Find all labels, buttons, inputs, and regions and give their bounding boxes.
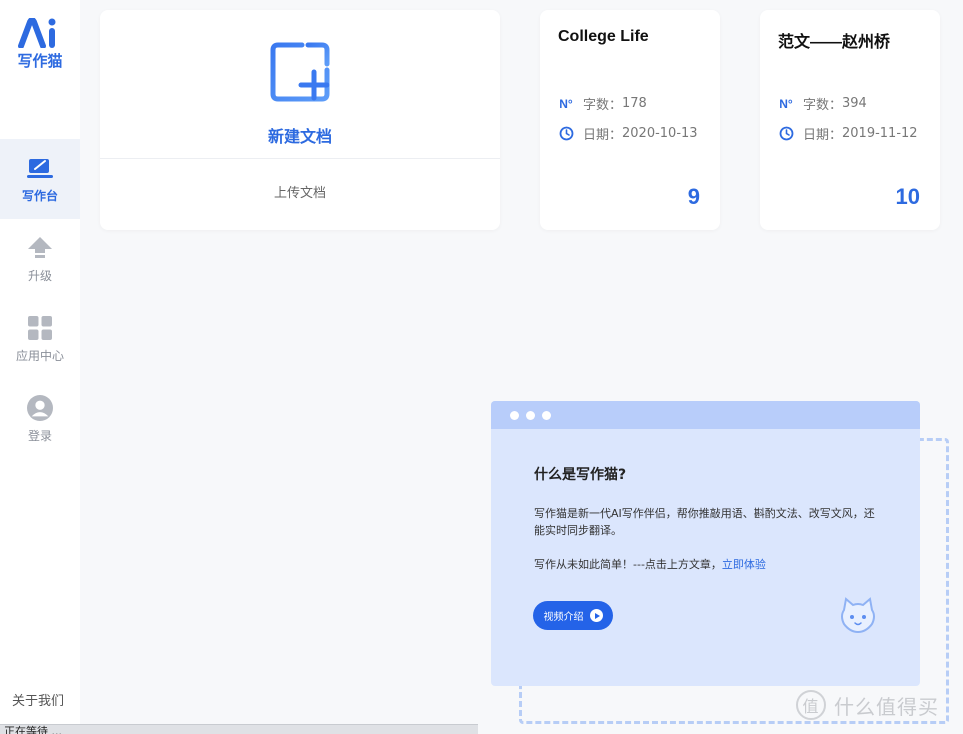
document-card[interactable]: College Life N° 字数： 178 日期： 2020-10-13 9 — [540, 10, 720, 230]
sidebar: 写作猫 写作台 升级 应用中心 登录 关于我们 — [0, 0, 80, 734]
date-row: 日期： 2020-10-13 — [558, 124, 698, 143]
clock-icon — [778, 126, 794, 142]
date-row: 日期： 2019-11-12 — [778, 124, 918, 143]
video-intro-label: 视频介绍 — [543, 612, 584, 623]
logo-icon — [18, 18, 56, 48]
document-card[interactable]: 范文——赵州桥 N° 字数： 394 日期： 2019-11-12 10 — [760, 10, 940, 230]
sidebar-item-label: 登录 — [27, 428, 52, 443]
user-avatar-icon — [27, 394, 53, 421]
window-dot — [542, 411, 551, 420]
watermark: 值 什么值得买 — [796, 690, 939, 720]
apps-grid-icon — [27, 315, 53, 341]
upgrade-arrow-icon — [27, 235, 53, 261]
divider — [100, 158, 500, 159]
sidebar-item-label: 应用中心 — [15, 348, 64, 363]
sidebar-item-login[interactable]: 登录 — [0, 379, 80, 459]
logo-text: 写作猫 — [17, 52, 63, 70]
number-sign-icon: N° — [779, 96, 793, 111]
sidebar-item-label: 写作台 — [21, 188, 58, 203]
new-document-button[interactable]: 新建文档 — [100, 123, 500, 147]
intro-cta-text: 写作从未如此简单！---点击上方文章， — [534, 558, 722, 571]
new-document-card: 新建文档 上传文档 — [100, 10, 500, 230]
document-count: 9 — [687, 184, 700, 209]
word-count-label: 字数： — [803, 98, 843, 113]
sidebar-item-label: 升级 — [27, 268, 52, 283]
intro-title: 什么是写作猫? — [534, 467, 627, 483]
intro-panel: 什么是写作猫? 写作猫是新一代AI写作伴侣，帮你推敲用语、斟酌文法、改写文风，还… — [491, 401, 920, 686]
sidebar-item-upgrade[interactable]: 升级 — [0, 219, 80, 299]
document-title: College Life — [558, 28, 649, 45]
intro-description: 写作猫是新一代AI写作伴侣，帮你推敲用语、斟酌文法、改写文风，还能实时同步翻译。 — [534, 507, 875, 537]
intro-window-bar — [491, 401, 920, 429]
date-value: 2019-11-12 — [842, 126, 918, 141]
sidebar-item-apps[interactable]: 应用中心 — [0, 299, 80, 379]
date-label: 日期： — [803, 128, 843, 143]
word-count-row: N° 字数： 394 — [778, 94, 867, 113]
date-value: 2020-10-13 — [622, 126, 698, 141]
word-count-label: 字数： — [583, 98, 623, 113]
word-count-value: 178 — [622, 96, 647, 111]
number-sign-icon: N° — [559, 96, 573, 111]
watermark-logo-icon: 值 — [796, 690, 826, 720]
intro-cta: 写作从未如此简单！---点击上方文章，立即体验 — [534, 556, 766, 572]
sidebar-item-desk[interactable]: 写作台 — [0, 139, 80, 219]
date-label: 日期： — [583, 128, 623, 143]
try-now-link[interactable]: 立即体验 — [722, 558, 766, 571]
clock-icon — [558, 126, 574, 142]
word-count-value: 394 — [842, 96, 867, 111]
word-count-row: N° 字数： 178 — [558, 94, 647, 113]
play-icon — [589, 609, 603, 622]
window-dot — [526, 411, 535, 420]
cat-mascot-icon — [838, 596, 878, 636]
document-title: 范文——赵州桥 — [778, 34, 891, 51]
video-intro-button[interactable]: 视频介绍 — [533, 601, 613, 630]
document-count: 10 — [895, 184, 920, 209]
desk-icon — [27, 155, 53, 181]
window-dot — [510, 411, 519, 420]
browser-status-bar: 正在等待 ... — [0, 724, 478, 734]
upload-document-button[interactable]: 上传文档 — [100, 182, 500, 201]
logo[interactable]: 写作猫 — [0, 18, 80, 71]
watermark-text: 什么值得买 — [834, 694, 939, 719]
new-document-icon[interactable] — [270, 42, 330, 102]
about-us-link[interactable]: 关于我们 — [12, 690, 64, 709]
